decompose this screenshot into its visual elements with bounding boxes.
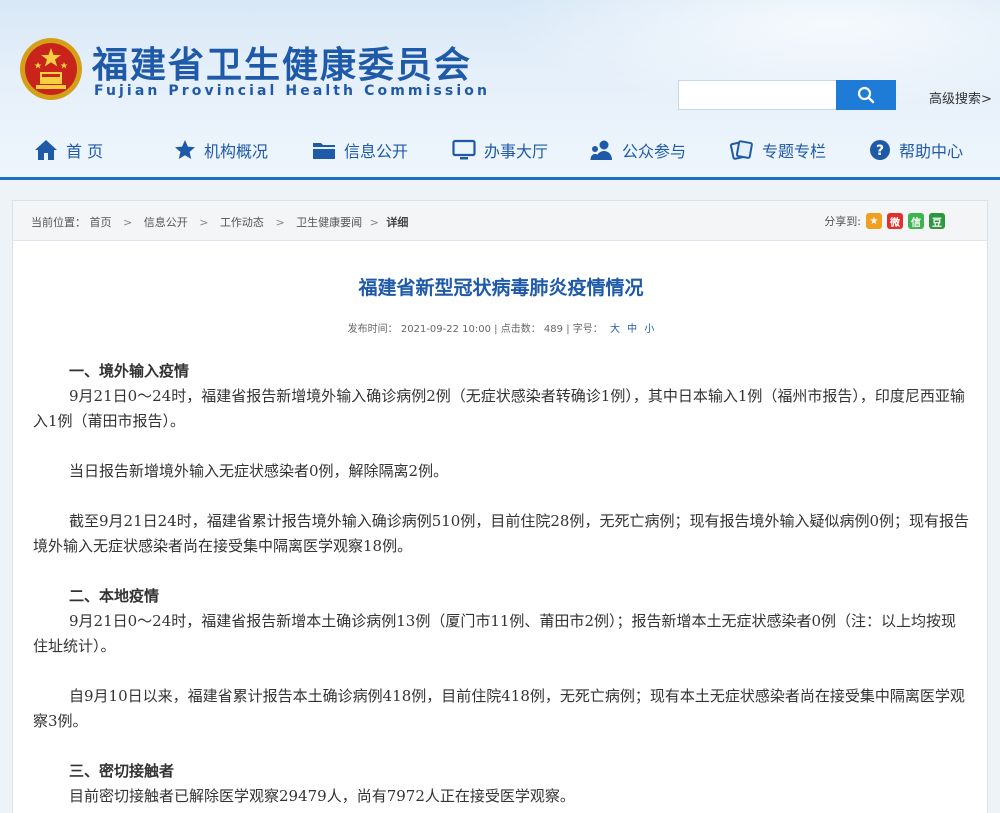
clicks-label: 点击数： <box>500 324 541 335</box>
nav-label: 信息公开 <box>344 142 409 161</box>
breadcrumb-item-home[interactable]: 首页 <box>90 214 112 230</box>
nav-label: 公众参与 <box>622 142 687 161</box>
help-icon: ? <box>870 140 890 160</box>
search-icon <box>857 86 875 104</box>
nav-label: 首 页 <box>66 142 104 161</box>
article-paragraph: 9月21日0～24时，福建省报告新增境外输入确诊病例2例（无症状感染者转确诊1例… <box>33 387 965 430</box>
share-label: 分享到: <box>824 215 861 228</box>
nav-item-info[interactable]: 信息公开 <box>312 136 408 164</box>
breadcrumb-item-info[interactable]: 信息公开 <box>144 214 188 230</box>
breadcrumb-item-work[interactable]: 工作动态 <box>220 214 264 230</box>
article-paragraph: 截至9月21日24时，福建省累计报告境外输入确诊病例510例，目前住院28例，无… <box>33 512 969 555</box>
section-heading: 二、本地疫情 <box>69 587 160 605</box>
article-meta: 发布时间： 2021-09-22 10:00 | 点击数： 489 | 字号： … <box>13 320 989 335</box>
main-nav: 首 页 机构概况 信息公开 办事大厅 公众参与 专题专栏 ? 帮助中心 <box>0 130 1000 170</box>
published-label: 发布时间： <box>347 324 398 335</box>
search-input[interactable] <box>678 80 836 110</box>
national-emblem-icon <box>20 38 82 100</box>
nav-label: 专题专栏 <box>762 142 827 161</box>
breadcrumb-bar: 当前位置： 首页 > 信息公开 > 工作动态 > 卫生健康要闻 > 详细 分享到… <box>13 201 987 241</box>
people-icon <box>590 140 612 160</box>
nav-label: 帮助中心 <box>899 142 964 161</box>
svg-text:?: ? <box>876 143 884 159</box>
monitor-icon <box>452 139 476 160</box>
wechat-share-icon[interactable]: 信 <box>908 213 924 229</box>
nav-item-service[interactable]: 办事大厅 <box>452 136 548 164</box>
section-heading: 一、境外输入疫情 <box>69 362 190 380</box>
font-size-small[interactable]: 小 <box>644 324 654 335</box>
nav-item-about[interactable]: 机构概况 <box>174 136 268 164</box>
breadcrumb: 当前位置： 首页 > 信息公开 > 工作动态 > 卫生健康要闻 > 详细 <box>31 214 408 230</box>
breadcrumb-separator: > <box>369 216 379 229</box>
nav-item-public[interactable]: 公众参与 <box>590 136 686 164</box>
breadcrumb-separator: > <box>199 216 209 229</box>
site-title: 福建省卫生健康委员会 <box>92 45 473 86</box>
content-panel: 当前位置： 首页 > 信息公开 > 工作动态 > 卫生健康要闻 > 详细 分享到… <box>12 200 988 813</box>
nav-label: 办事大厅 <box>484 142 549 161</box>
nav-item-special[interactable]: 专题专栏 <box>730 136 826 164</box>
star-icon <box>175 140 195 159</box>
published-time: 2021-09-22 10:00 <box>400 324 491 335</box>
nav-label: 机构概况 <box>204 142 269 161</box>
site-header: 福建省卫生健康委员会 Fujian Provincial Health Comm… <box>0 0 1000 180</box>
section-heading: 三、密切接触者 <box>69 762 175 780</box>
douban-share-icon[interactable]: 豆 <box>929 213 945 229</box>
article-body: 一、境外输入疫情 9月21日0～24时，福建省报告新增境外输入确诊病例2例（无症… <box>33 359 969 809</box>
font-size-medium[interactable]: 中 <box>627 324 637 335</box>
clicks-count: 489 <box>543 324 564 335</box>
font-size-large[interactable]: 大 <box>610 324 620 335</box>
article-paragraph: 自9月10日以来，福建省累计报告本土确诊病例418例，目前住院418例，无死亡病… <box>33 687 965 730</box>
share-bar: 分享到: ★ 微 信 豆 <box>824 213 945 229</box>
nav-item-home[interactable]: 首 页 <box>34 136 103 164</box>
folder-icon <box>313 143 335 159</box>
breadcrumb-prefix: 当前位置： <box>31 216 86 229</box>
font-size-label: 字号： <box>572 324 603 335</box>
advanced-search-link[interactable]: 高级搜索> <box>929 88 992 107</box>
breadcrumb-current: 详细 <box>386 216 409 229</box>
home-icon <box>35 140 57 160</box>
search-button[interactable] <box>836 80 896 110</box>
breadcrumb-separator: > <box>275 216 285 229</box>
article-title: 福建省新型冠状病毒肺炎疫情情况 <box>358 277 644 299</box>
breadcrumb-separator: > <box>123 216 133 229</box>
article-paragraph: 目前密切接触者已解除医学观察29479人，尚有7972人正在接受医学观察。 <box>69 787 575 805</box>
article-paragraph: 当日报告新增境外输入无症状感染者0例，解除隔离2例。 <box>69 462 449 480</box>
qzone-share-icon[interactable]: ★ <box>866 213 882 229</box>
site-subtitle: Fujian Provincial Health Commission <box>94 83 491 99</box>
breadcrumb-item-news[interactable]: 卫生健康要闻 <box>296 214 362 230</box>
nav-item-help[interactable]: ? 帮助中心 <box>869 136 963 164</box>
article-paragraph: 9月21日0～24时，福建省报告新增本土确诊病例13例（厦门市11例、莆田市2例… <box>33 612 957 655</box>
weibo-share-icon[interactable]: 微 <box>887 213 903 229</box>
cards-icon <box>730 140 753 160</box>
